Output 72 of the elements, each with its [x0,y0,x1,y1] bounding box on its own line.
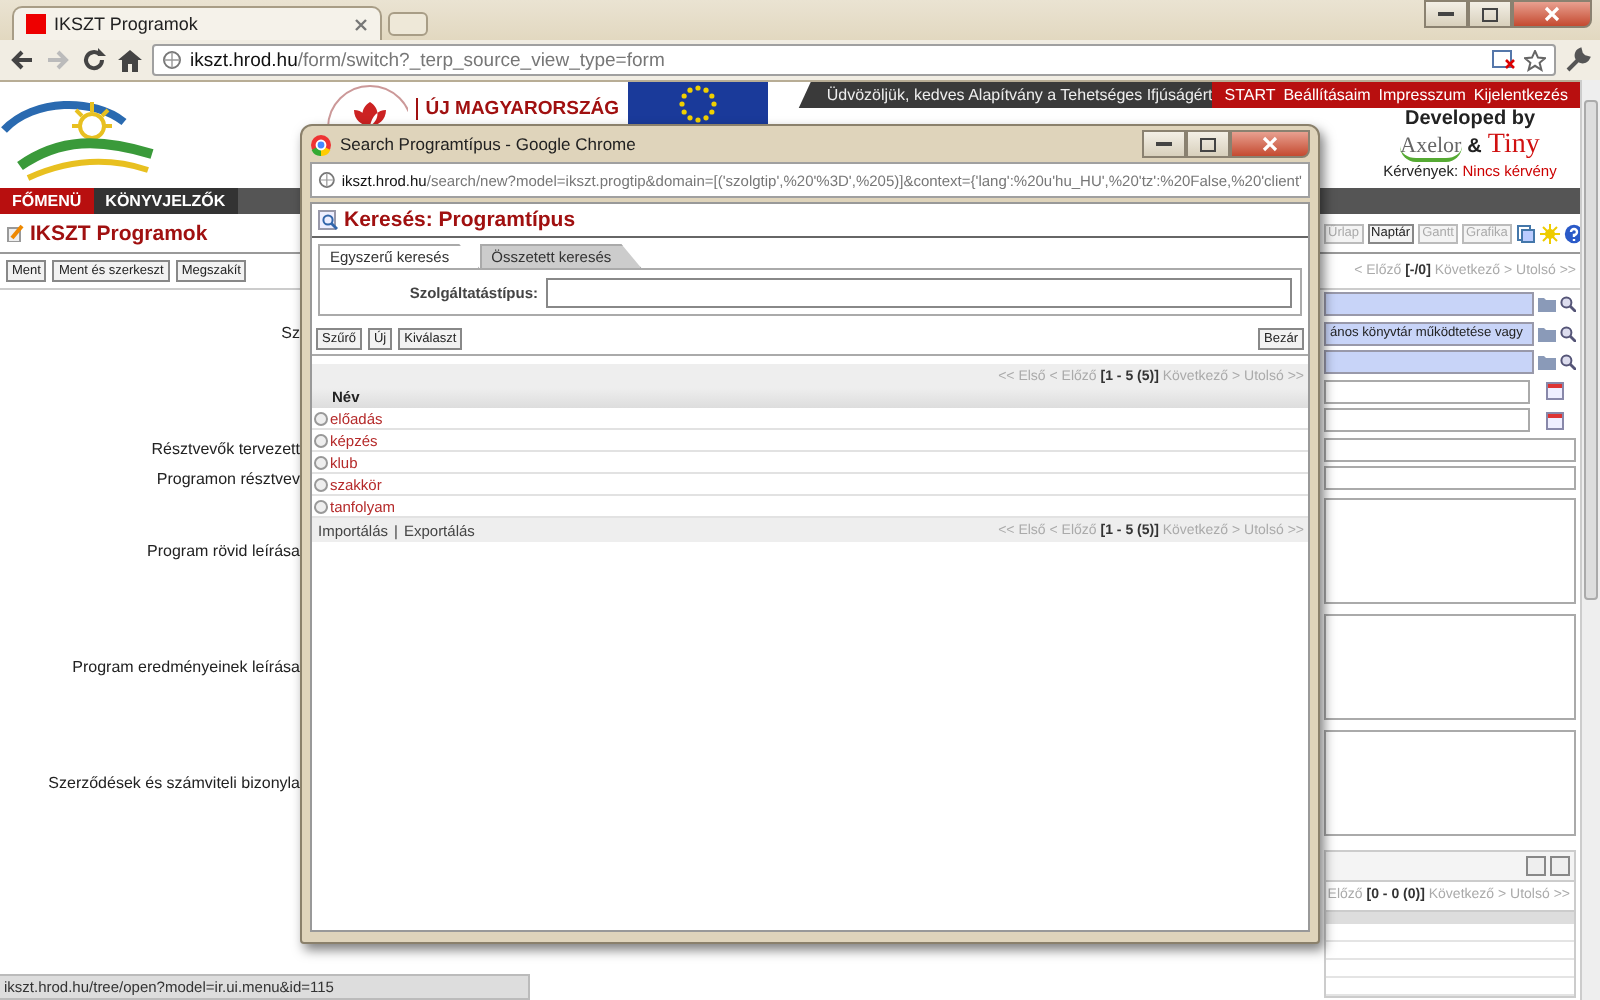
text-area[interactable] [1324,730,1576,836]
close-icon[interactable] [354,17,368,31]
field-label: Program eredményeinek leírása [72,658,300,676]
header-link[interactable]: Kijelentkezés [1473,86,1568,104]
field-label: Szerződések és számviteli bizonyla [48,774,300,792]
welcome-text: Üdvözöljük, kedves Alapítvány a Tehetséges Ifjúságért [824,84,1213,108]
radio-button[interactable] [314,499,328,513]
text-area[interactable] [1324,614,1576,720]
chrome-icon [310,133,332,155]
browser-tab[interactable]: IKSZT Programok [12,6,382,40]
search-heading: Keresés: Programtípus [344,208,576,232]
maximize-button[interactable] [1186,130,1230,158]
scrollbar[interactable] [1580,80,1600,1000]
text-field[interactable] [1324,437,1576,462]
copy-icon[interactable] [1515,223,1536,243]
ampersand-text: & [1467,136,1482,158]
close-button[interactable] [1512,0,1592,28]
banner-title: ÚJ MAGYARORSZÁG [415,98,620,120]
field-label: Program rövid leírása [147,542,300,560]
maximize-button[interactable] [1468,0,1512,28]
lookup-field[interactable] [1324,350,1534,375]
search-icon[interactable] [1560,325,1576,342]
minimize-icon [1156,141,1172,147]
page-error-icon[interactable] [1492,50,1516,70]
menu-tab[interactable]: KÖNYVJELZŐK [93,188,238,214]
home-icon[interactable] [116,46,144,74]
globe-icon [162,50,182,70]
field-label: Programon résztvev [156,469,300,488]
field-label: Sz [281,324,300,343]
close-icon [1262,136,1278,152]
maximize-icon [1200,137,1216,151]
text-area[interactable] [1324,498,1576,604]
date-field[interactable] [1324,379,1530,404]
new-tab-button[interactable] [388,12,428,36]
minimize-icon [1438,11,1454,17]
close-button[interactable] [1230,130,1310,158]
header-link[interactable]: Impresszum [1378,86,1466,104]
close-icon [1544,6,1560,22]
lookup-field[interactable] [1324,292,1534,317]
radio-button[interactable] [314,411,328,425]
date-field[interactable] [1324,408,1530,433]
field-label: Résztvevők tervezett [151,440,300,459]
star-flag-drawing [627,82,768,124]
search-icon[interactable] [1560,296,1576,313]
radio-button[interactable] [314,477,328,491]
globe-icon [318,170,336,190]
menu-tab[interactable]: FŐMENÜ [0,188,94,214]
developed-by-text: Developed by [1404,108,1536,130]
radio-button[interactable] [314,455,328,469]
header-link[interactable]: Beállításaim [1283,86,1371,104]
maximize-icon [1482,7,1498,21]
search-icon[interactable] [1560,354,1576,371]
service-type-field[interactable] [546,277,1292,307]
calendar-icon[interactable] [1546,411,1564,430]
edit-icon [6,224,24,242]
popup-title: Search Programtípus - Google Chrome [340,134,638,154]
wrench-icon[interactable] [1564,46,1592,74]
back-arrow-icon[interactable] [8,46,36,74]
header-link[interactable]: START [1224,86,1276,104]
address-bar[interactable]: ikszt.hrod.hu/form/switch?_terp_source_view_type=form [152,44,1556,76]
text-field[interactable] [1324,466,1576,491]
minimize-button[interactable] [1142,130,1186,158]
radio-button[interactable] [314,433,328,447]
favicon-icon [26,14,46,34]
search-icon [318,210,338,230]
star-icon[interactable] [1524,49,1546,71]
calendar-icon[interactable] [1546,382,1564,401]
tiny-logo: Tiny [1487,130,1540,162]
page-title: IKSZT Programok [30,221,208,245]
minimize-button[interactable] [1424,0,1468,28]
reload-icon[interactable] [80,46,108,74]
axelor-logo: Axelor [1400,134,1462,162]
